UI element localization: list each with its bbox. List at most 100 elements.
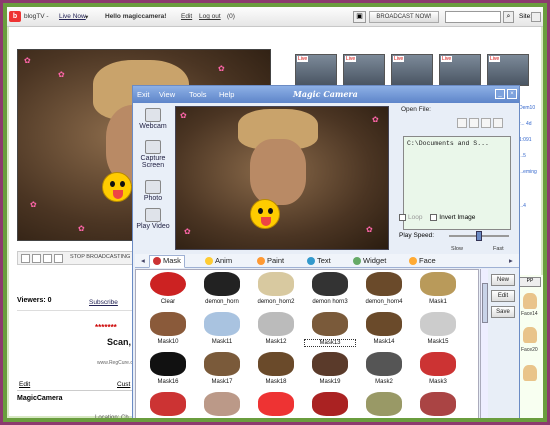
scroll-thumb[interactable] — [482, 283, 488, 323]
camera-icon[interactable]: ▣ — [353, 11, 366, 23]
new-button[interactable]: New — [491, 274, 515, 286]
mask-item[interactable]: demon_horn4 — [358, 272, 410, 308]
mask-thumbnail — [420, 272, 456, 296]
site-select[interactable] — [531, 12, 541, 22]
capture-screen-button[interactable]: Capture Screen — [136, 140, 170, 169]
tab-anim[interactable]: Anim — [201, 255, 236, 268]
mask-item[interactable]: Mask10 — [142, 312, 194, 348]
open-folder-icon[interactable] — [457, 118, 467, 128]
speed-slider[interactable] — [449, 231, 509, 241]
minimize-icon[interactable]: _ — [495, 89, 505, 99]
tab-paint[interactable]: Paint — [253, 255, 288, 268]
blogtv-logo[interactable]: b — [9, 11, 21, 22]
mask-item[interactable]: Clear — [142, 272, 194, 308]
tab-mask[interactable]: Mask — [149, 255, 185, 268]
mask-item[interactable]: Mask13 — [304, 312, 356, 348]
slider-knob[interactable] — [476, 231, 482, 241]
side-link[interactable]: 1:091 — [519, 137, 532, 143]
save-icon[interactable] — [469, 118, 479, 128]
mask-item[interactable]: Mask2 — [358, 352, 410, 388]
mask-item[interactable] — [358, 392, 410, 418]
mask-item[interactable]: Mask17 — [196, 352, 248, 388]
side-link[interactable]: ...eming — [519, 169, 537, 175]
live-thumbnail[interactable]: Live — [487, 54, 529, 86]
mask-item[interactable]: demon_horn — [196, 272, 248, 308]
logout-link[interactable]: Log out — [199, 13, 221, 20]
settings-icon[interactable] — [43, 254, 52, 263]
live-thumbnail[interactable]: Live — [439, 54, 481, 86]
upload-icon[interactable] — [21, 254, 30, 263]
mask-item[interactable] — [304, 392, 356, 418]
window-title: Magic Camera — [293, 89, 358, 99]
mask-item[interactable]: Mask3 — [412, 352, 464, 388]
save-button[interactable]: Save — [491, 306, 515, 318]
edit-link[interactable]: Edit — [181, 13, 192, 20]
menu-tools[interactable]: Tools — [189, 90, 207, 99]
photo-button[interactable]: Photo — [136, 180, 170, 202]
mask-thumbnail — [258, 352, 294, 376]
messages-count[interactable]: (0) — [227, 13, 235, 20]
forward-icon[interactable] — [493, 118, 503, 128]
side-link[interactable]: Dem10 — [519, 105, 535, 111]
live-thumbnail[interactable]: Live — [295, 54, 337, 86]
search-icon[interactable]: ⌕ — [503, 11, 514, 23]
face-thumbnail[interactable] — [523, 293, 537, 309]
close-icon[interactable]: × — [507, 89, 517, 99]
mask-item[interactable] — [412, 392, 464, 418]
edit-button[interactable]: Edit — [491, 290, 515, 302]
mask-item[interactable]: Mask15 — [412, 312, 464, 348]
customize-link[interactable]: Cust — [117, 381, 130, 388]
tab-face[interactable]: Face — [405, 255, 440, 268]
mask-item[interactable]: demon_horn2 — [250, 272, 302, 308]
tab-widget[interactable]: Widget — [349, 255, 390, 268]
sparkle-icon: ✿ — [372, 115, 379, 124]
play-video-button[interactable]: Play Video — [136, 208, 170, 230]
stop-broadcasting-button[interactable]: STOP BROADCASTING — [70, 254, 130, 260]
webcam-button[interactable]: Webcam — [136, 108, 170, 130]
mask-item[interactable]: Mask19 — [304, 352, 356, 388]
side-link[interactable]: ...5 — [519, 153, 526, 159]
mask-name: demon_horn2 — [257, 299, 295, 305]
tabs-scroll-left-icon[interactable]: ◂ — [137, 255, 149, 268]
mask-item[interactable]: Mask16 — [142, 352, 194, 388]
invert-checkbox[interactable] — [430, 214, 438, 221]
chevron-down-icon[interactable]: ▾ — [85, 13, 88, 21]
menu-view[interactable]: View — [159, 90, 175, 99]
mask-thumbnail — [258, 272, 294, 296]
broadcast-now-button[interactable]: BROADCAST NOW! — [369, 11, 439, 23]
live-thumbnail[interactable]: Live — [391, 54, 433, 86]
grid-scrollbar[interactable] — [480, 269, 488, 418]
screenshot-frame: b blogTV - Live Now ▾ Hello magiccamera!… — [3, 3, 547, 422]
mask-item[interactable]: Mask11 — [196, 312, 248, 348]
live-now-link[interactable]: Live Now — [59, 13, 86, 20]
mask-item[interactable] — [250, 392, 302, 418]
loop-checkbox[interactable] — [399, 214, 406, 221]
viewers-count: Viewers: 0 — [17, 297, 52, 304]
stop-icon[interactable] — [54, 254, 63, 263]
ad-banner[interactable]: ******* Scan, www.RegCure.com — [17, 315, 140, 371]
edit-link[interactable]: Edit — [19, 381, 30, 388]
mask-thumbnail — [258, 392, 294, 416]
mask-item[interactable] — [142, 392, 194, 418]
volume-icon[interactable] — [32, 254, 41, 263]
mask-item[interactable]: Mask14 — [358, 312, 410, 348]
mask-thumbnail — [366, 392, 402, 416]
side-link[interactable]: r... 4d — [519, 121, 532, 127]
subscribe-link[interactable]: Subscribe — [89, 299, 118, 306]
menu-exit[interactable]: Exit — [137, 90, 150, 99]
live-thumbnail[interactable]: Live — [343, 54, 385, 86]
play-icon[interactable] — [481, 118, 491, 128]
mask-item[interactable]: demon horn3 — [304, 272, 356, 308]
face-thumbnail[interactable] — [523, 327, 537, 343]
search-input[interactable] — [445, 11, 501, 23]
mask-item[interactable]: Mask18 — [250, 352, 302, 388]
mask-item[interactable]: Mask12 — [250, 312, 302, 348]
menu-help[interactable]: Help — [219, 90, 234, 99]
mask-item[interactable]: Mask1 — [412, 272, 464, 308]
pp-button[interactable]: PP — [519, 277, 541, 287]
tab-text[interactable]: Text — [303, 255, 335, 268]
mask-item[interactable] — [196, 392, 248, 418]
tabs-scroll-right-icon[interactable]: ▸ — [505, 255, 517, 268]
face-thumbnail[interactable] — [523, 365, 537, 381]
side-link[interactable]: ...4 — [519, 203, 526, 209]
